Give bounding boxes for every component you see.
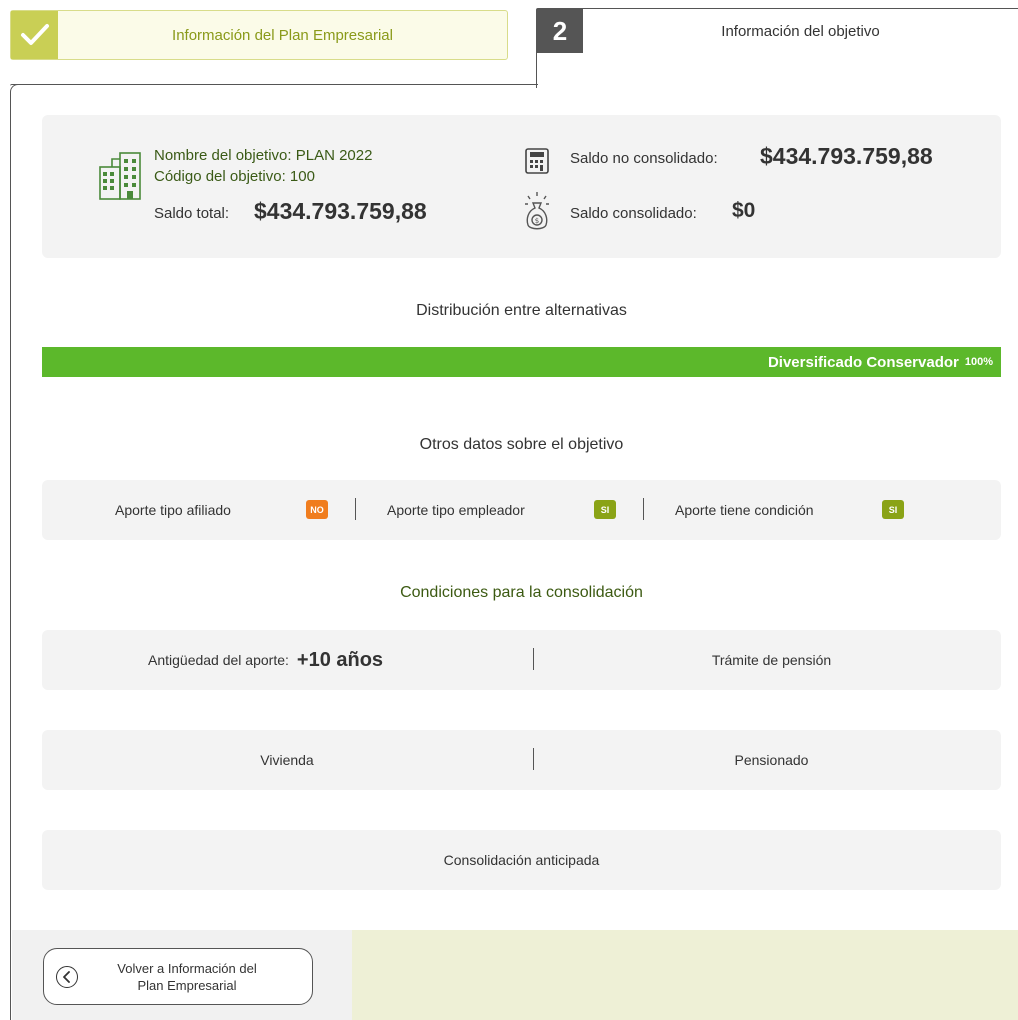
check-icon xyxy=(11,11,58,59)
seniority-cell: Antigüedad del aporte: +10 años xyxy=(148,630,383,690)
objective-summary-card: Nombre del objetivo: PLAN 2022 Código de… xyxy=(42,115,1001,258)
step-2-label: Información del objetivo xyxy=(721,22,880,40)
separator xyxy=(355,498,356,520)
aporte-empleador-label: Aporte tipo empleador xyxy=(387,502,525,518)
objective-name: Nombre del objetivo: PLAN 2022 xyxy=(154,147,373,164)
seniority-label: Antigüedad del aporte: xyxy=(148,652,289,668)
conditions-row: Vivienda Pensionado xyxy=(42,730,1001,790)
aporte-condicion-badge: SI xyxy=(882,500,904,519)
consolidated-label: Saldo consolidado: xyxy=(570,205,697,222)
non-consolidated-label: Saldo no consolidado: xyxy=(570,150,718,167)
panel-border-left xyxy=(10,84,20,1020)
housing: Vivienda xyxy=(260,752,314,768)
seniority-value: +10 años xyxy=(296,648,384,671)
footer-right xyxy=(352,930,1018,1020)
alternative-percent: 100% xyxy=(964,356,993,368)
back-to-plan-button[interactable]: Volver a Información del Plan Empresaria… xyxy=(43,948,313,1005)
separator xyxy=(533,648,534,670)
non-consolidated-value: $434.793.759,88 xyxy=(760,143,933,169)
consolidated-value: $0 xyxy=(732,199,756,222)
other-data-title: Otros datos sobre el objetivo xyxy=(419,436,624,453)
aporte-afiliado-label: Aporte tipo afiliado xyxy=(115,502,231,518)
svg-text:$: $ xyxy=(535,217,539,225)
separator xyxy=(533,748,534,770)
chevron-left-icon xyxy=(56,965,78,988)
distribution-bar: Diversificado Conservador 100% xyxy=(42,347,1001,377)
other-data-row: Aporte tipo afiliado NO Aporte tipo empl… xyxy=(42,480,1001,540)
aporte-afiliado-badge: NO xyxy=(306,500,328,519)
alternative-name: Diversificado Conservador xyxy=(767,353,959,371)
conditions-row: Antigüedad del aporte: +10 años Trámite … xyxy=(42,630,1001,690)
distribution-label: Diversificado Conservador 100% xyxy=(768,347,993,377)
conditions-row: Consolidación anticipada xyxy=(42,830,1001,890)
distribution-title: Distribución entre alternativas xyxy=(416,302,627,319)
step-plan-empresarial[interactable]: Información del Plan Empresarial xyxy=(10,10,508,60)
pensioner: Pensionado xyxy=(734,752,809,768)
objective-code: Código del objetivo: 100 xyxy=(154,168,315,185)
aporte-empleador-badge: SI xyxy=(594,500,616,519)
panel-border xyxy=(10,84,538,86)
money-bag-icon: $ xyxy=(524,191,550,238)
step-1-label: Información del Plan Empresarial xyxy=(172,26,393,44)
total-balance-value: $434.793.759,88 xyxy=(254,198,427,224)
back-button-line-1: Volver a Información del xyxy=(117,960,257,976)
total-balance-label: Saldo total: xyxy=(154,205,230,222)
step-objetivo[interactable]: 2 Información del objetivo xyxy=(536,8,1018,88)
early-consolidation: Consolidación anticipada xyxy=(443,852,600,868)
building-icon xyxy=(94,145,144,208)
step-2-number: 2 xyxy=(537,9,583,53)
back-button-label: Volver a Información del Plan Empresaria… xyxy=(78,960,312,994)
calculator-icon xyxy=(524,147,550,180)
back-button-line-2: Plan Empresarial xyxy=(137,977,237,993)
separator xyxy=(643,498,644,520)
aporte-condicion-label: Aporte tiene condición xyxy=(675,502,814,518)
pension-procedure: Trámite de pensión xyxy=(711,652,832,668)
conditions-title: Condiciones para la consolidación xyxy=(400,584,643,601)
